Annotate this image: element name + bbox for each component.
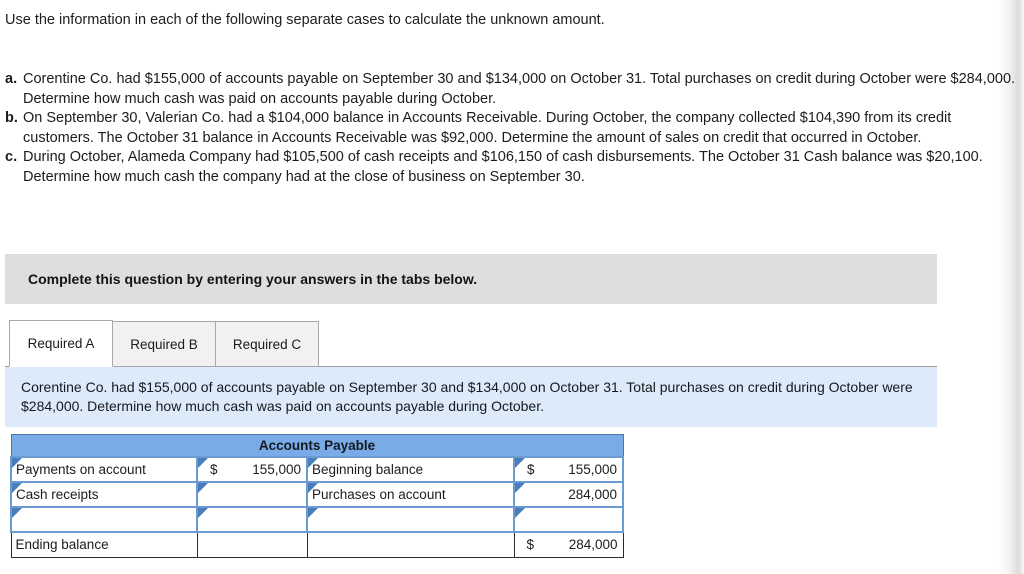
credit-label-cell-3[interactable] <box>306 505 515 533</box>
debit-amount-cell-2[interactable] <box>196 480 308 508</box>
credit-label-cell-2[interactable]: Purchases on account <box>306 480 515 508</box>
case-item-a: a. Corentine Co. had $155,000 of account… <box>5 70 1021 109</box>
accounts-payable-t-account: Accounts Payable Payments on account $ 1… <box>10 434 625 558</box>
tab-required-a-label: Required A <box>27 336 95 351</box>
tab-required-b[interactable]: Required B <box>112 321 216 367</box>
requirement-info-panel: Corentine Co. had $155,000 of accounts p… <box>5 366 937 427</box>
credit-amount-cell-3[interactable] <box>512 505 625 533</box>
debit-amount-cell-3[interactable] <box>196 505 308 533</box>
tab-required-b-label: Required B <box>130 336 198 352</box>
debit-label-text-1: Payments on account <box>16 461 146 477</box>
t-account-header-row: Accounts Payable <box>10 434 624 457</box>
table-row <box>10 505 625 533</box>
credit-amount-cell-1[interactable]: $ 155,000 <box>512 455 625 483</box>
ending-balance-credit-label-cell <box>306 531 515 558</box>
cases-list: a. Corentine Co. had $155,000 of account… <box>5 70 1021 187</box>
ending-balance-row: Ending balance $ 284,000 <box>10 531 624 558</box>
case-text-a: Corentine Co. had $155,000 of accounts p… <box>23 71 1016 107</box>
credit-label-text-1: Beginning balance <box>312 461 424 477</box>
ending-balance-label-text: Ending balance <box>15 537 109 553</box>
case-text-c: During October, Alameda Company had $105… <box>23 149 983 185</box>
instruction-bar: Complete this question by entering your … <box>5 254 937 304</box>
debit-currency-1: $ <box>210 461 218 477</box>
tab-required-a[interactable]: Required A <box>9 320 113 367</box>
credit-amount-text-2: 284,000 <box>568 486 618 502</box>
ending-balance-credit-amount: 284,000 <box>568 537 618 553</box>
ending-balance-label-cell: Ending balance <box>10 531 198 558</box>
case-marker-c: c. <box>5 149 18 165</box>
tab-required-c-label: Required C <box>232 336 302 352</box>
case-text-b: On September 30, Valerian Co. had a $104… <box>23 110 952 146</box>
instruction-text: Complete this question by entering your … <box>28 271 478 287</box>
tab-bar: Required A Required B Required C <box>9 320 319 367</box>
debit-amount-text-1: 155,000 <box>252 461 301 477</box>
debit-label-cell-1[interactable]: Payments on account <box>10 455 198 483</box>
debit-label-text-2: Cash receipts <box>16 486 99 502</box>
debit-amount-cell-1[interactable]: $ 155,000 <box>196 455 308 483</box>
t-account-title: Accounts Payable <box>10 434 624 457</box>
case-marker-a: a. <box>5 71 18 87</box>
table-row: Payments on account $ 155,000 Beginning … <box>10 455 625 483</box>
case-item-b: b. On September 30, Valerian Co. had a $… <box>5 109 1021 148</box>
debit-label-cell-2[interactable]: Cash receipts <box>10 480 198 508</box>
credit-amount-cell-2[interactable]: 284,000 <box>512 480 625 508</box>
credit-label-text-2: Purchases on account <box>312 486 446 502</box>
case-item-c: c. During October, Alameda Company had $… <box>5 148 1021 187</box>
ending-balance-credit-cell: $ 284,000 <box>513 531 624 558</box>
case-marker-b: b. <box>5 110 18 126</box>
debit-label-cell-3[interactable] <box>10 505 198 533</box>
intro-text: Use the information in each of the follo… <box>5 12 605 28</box>
tab-required-c[interactable]: Required C <box>215 321 319 367</box>
question-page: Use the information in each of the follo… <box>0 0 1024 574</box>
credit-label-cell-1[interactable]: Beginning balance <box>306 455 515 483</box>
ending-balance-debit-cell <box>196 531 308 558</box>
ending-balance-credit-currency: $ <box>526 537 535 553</box>
table-row: Cash receipts Purchases on account 284,0… <box>10 480 625 508</box>
credit-amount-text-1: 155,000 <box>568 461 618 477</box>
credit-currency-1: $ <box>527 461 535 477</box>
